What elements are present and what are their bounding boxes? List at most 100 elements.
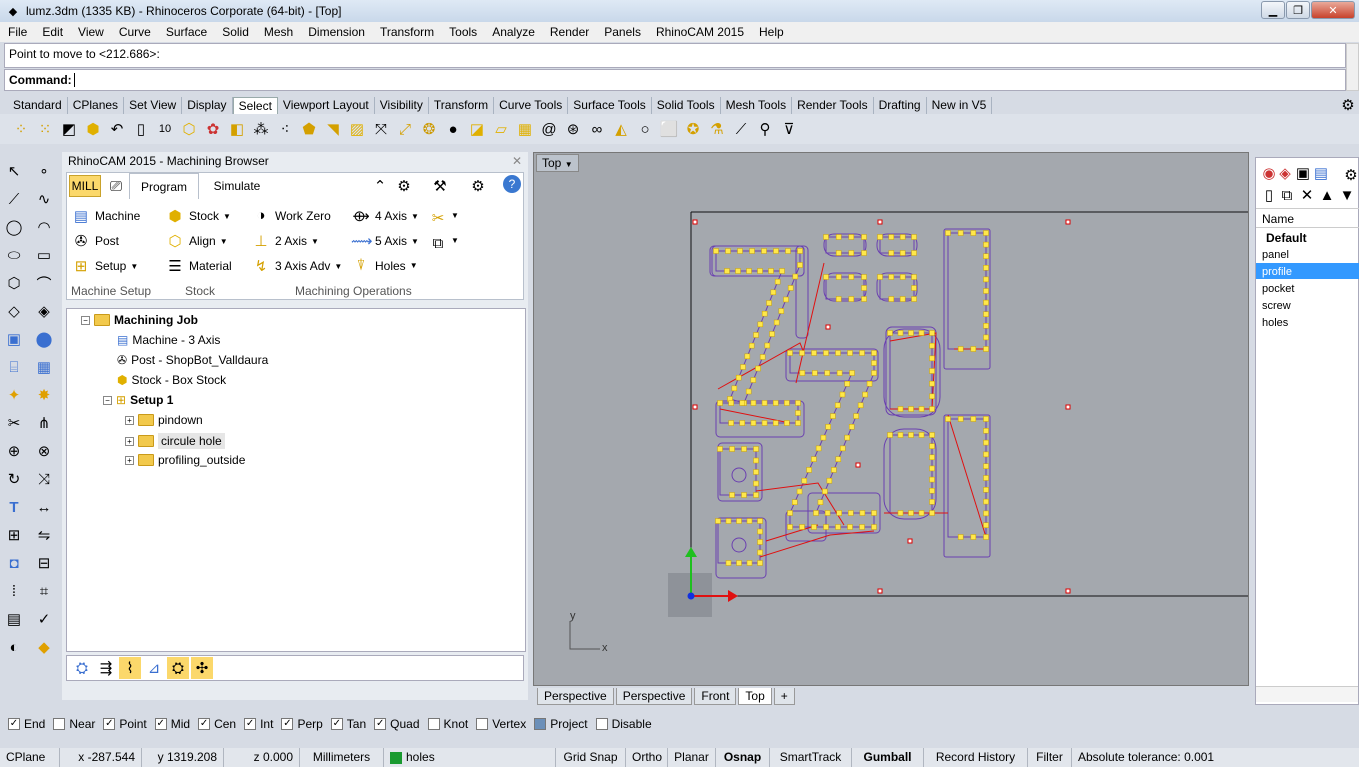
toolpath-point[interactable] bbox=[835, 350, 841, 356]
post-button[interactable]: ✇ Post bbox=[71, 232, 119, 250]
toolpath-point[interactable] bbox=[908, 432, 914, 438]
toolpath-point[interactable] bbox=[745, 388, 752, 395]
toolpath-point[interactable] bbox=[899, 234, 906, 240]
machine-button[interactable]: ▤ Machine bbox=[71, 207, 140, 225]
holes-button[interactable]: ⍒ Holes ▼ bbox=[351, 257, 417, 274]
toolpath-point[interactable] bbox=[806, 467, 812, 473]
toolpath-point[interactable] bbox=[799, 370, 806, 376]
toolpath-point[interactable] bbox=[820, 434, 827, 441]
polyline-icon[interactable]: ⟋ bbox=[3, 188, 25, 210]
material-button[interactable]: ☰ Material bbox=[165, 257, 231, 275]
toolpath-point[interactable] bbox=[749, 248, 755, 254]
menu-dimension[interactable]: Dimension bbox=[300, 25, 372, 39]
layer-default[interactable]: Default bbox=[1266, 231, 1307, 245]
tab-drafting[interactable]: Drafting bbox=[874, 97, 927, 114]
select-grids-icon[interactable]: ▦ bbox=[514, 118, 536, 140]
tab-display[interactable]: Display bbox=[182, 97, 233, 114]
toolpath-point[interactable] bbox=[746, 560, 753, 566]
toolpath-point[interactable] bbox=[857, 402, 864, 409]
toolpath-point[interactable] bbox=[918, 330, 925, 336]
menu-render[interactable]: Render bbox=[542, 25, 596, 39]
gumball-origin[interactable] bbox=[687, 592, 695, 600]
toolpath-point[interactable] bbox=[929, 454, 935, 461]
work-zero-button[interactable]: ◑ Work Zero bbox=[251, 207, 330, 224]
toolpath-point[interactable] bbox=[983, 288, 989, 294]
toolpath-point[interactable] bbox=[830, 413, 836, 419]
menu-solid[interactable]: Solid bbox=[214, 25, 256, 39]
tab-select[interactable]: Select bbox=[232, 97, 278, 114]
toolpath-point[interactable] bbox=[764, 342, 771, 349]
toolpath-outline[interactable] bbox=[889, 332, 933, 410]
grip-point[interactable] bbox=[692, 219, 698, 225]
menu-file[interactable]: File bbox=[0, 25, 34, 39]
tab-new-in-v5[interactable]: New in V5 bbox=[927, 97, 993, 114]
toolpath-point[interactable] bbox=[746, 268, 752, 274]
toolpath-point[interactable] bbox=[753, 492, 759, 498]
toolpath-point[interactable] bbox=[772, 400, 779, 406]
toolpath-point[interactable] bbox=[799, 524, 805, 530]
toolpath-point[interactable] bbox=[736, 518, 742, 524]
menu-view[interactable]: View bbox=[70, 25, 111, 39]
toolpath-point[interactable] bbox=[911, 285, 917, 291]
toolpath-point[interactable] bbox=[778, 308, 785, 314]
toolpath-point[interactable] bbox=[983, 311, 989, 317]
toolpath-point[interactable] bbox=[835, 456, 842, 462]
tab-render-tools[interactable]: Render Tools bbox=[792, 97, 874, 114]
osnap-perp[interactable]: ✓ Perp bbox=[281, 717, 323, 731]
toolpath-point[interactable] bbox=[983, 241, 989, 248]
toolpath-point[interactable] bbox=[740, 364, 746, 370]
toolpath-point[interactable] bbox=[796, 488, 803, 495]
toolpath-outline[interactable] bbox=[825, 236, 865, 254]
world-axes-icon[interactable] bbox=[569, 621, 600, 650]
boolean-icon[interactable]: ✦ bbox=[3, 384, 25, 406]
toolpath-point[interactable] bbox=[983, 323, 989, 329]
tools-cross-icon[interactable]: ✂ bbox=[427, 207, 449, 229]
toolpath-point[interactable] bbox=[859, 510, 866, 516]
tools-icon[interactable]: ⚒ bbox=[429, 175, 451, 197]
align-button[interactable]: ⬡ Align ▼ bbox=[165, 232, 227, 250]
toolpath-point[interactable] bbox=[848, 296, 855, 302]
new-sublayer-icon[interactable]: ⧉ bbox=[1276, 184, 1298, 206]
circle-icon[interactable]: ◯ bbox=[3, 216, 25, 238]
toolpath-point[interactable] bbox=[866, 381, 873, 387]
toolpath-point[interactable] bbox=[929, 476, 935, 483]
toolpath-point[interactable] bbox=[859, 350, 865, 356]
toolpath-point[interactable] bbox=[929, 499, 935, 505]
toolpath-point[interactable] bbox=[801, 477, 808, 484]
toolpath-point[interactable] bbox=[847, 524, 853, 530]
toolpath-point[interactable] bbox=[983, 253, 989, 259]
block-icon[interactable]: ◘ bbox=[3, 552, 25, 574]
menu-analyze[interactable]: Analyze bbox=[484, 25, 542, 39]
toolpath-point[interactable] bbox=[753, 469, 759, 475]
toolpath-point[interactable] bbox=[729, 492, 735, 498]
toolpath-point[interactable] bbox=[929, 406, 935, 412]
toolpath-point[interactable] bbox=[823, 524, 829, 530]
stock-button[interactable]: ⬢ Stock ▼ bbox=[165, 207, 231, 225]
toolpath-point[interactable] bbox=[844, 381, 850, 387]
toolpath-point[interactable] bbox=[970, 534, 977, 540]
toolpath-point[interactable] bbox=[797, 248, 803, 254]
toolpath-point[interactable] bbox=[911, 234, 917, 240]
select-last-icon[interactable]: ◭ bbox=[610, 118, 632, 140]
viewport-drawing[interactable]: yx bbox=[534, 153, 1250, 687]
toolpath-point[interactable] bbox=[757, 560, 763, 566]
tab-top[interactable]: Top bbox=[738, 687, 772, 705]
toolpath-point[interactable] bbox=[784, 420, 790, 426]
close-button[interactable]: ✕ bbox=[1311, 1, 1355, 19]
tab-front[interactable]: Front bbox=[694, 687, 737, 705]
toolpath-point[interactable] bbox=[887, 432, 893, 438]
toolpath-point[interactable] bbox=[983, 487, 989, 493]
toolpath-point[interactable] bbox=[918, 406, 925, 412]
select-visible-icon[interactable]: ⬜ bbox=[658, 118, 680, 140]
toolpath-point[interactable] bbox=[744, 353, 751, 360]
status-record-history[interactable]: Record History bbox=[924, 748, 1028, 767]
toolpath-point[interactable] bbox=[774, 278, 781, 285]
toolpath-point[interactable] bbox=[823, 350, 829, 356]
select-surfaces-icon[interactable]: ⬢ bbox=[82, 118, 104, 140]
toolpath-point[interactable] bbox=[773, 248, 779, 254]
toolpath-point[interactable] bbox=[822, 488, 828, 495]
toolpath-point[interactable] bbox=[823, 274, 829, 280]
osnap-project[interactable]: Project bbox=[534, 717, 588, 731]
toolpath-point[interactable] bbox=[862, 391, 868, 398]
toolpath-point[interactable] bbox=[929, 510, 935, 516]
